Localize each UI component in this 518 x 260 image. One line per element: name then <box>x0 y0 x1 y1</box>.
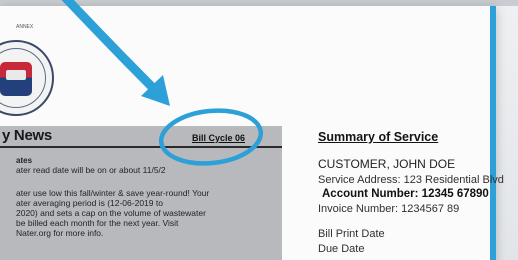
news-title: y News <box>2 127 52 144</box>
header-small-text: ANNEX <box>16 24 34 30</box>
news-line-heading: ates <box>16 156 33 165</box>
bill-cycle-label: Bill Cycle 06 <box>192 133 246 143</box>
news-line: ater averaging period is (12-06-2019 to <box>16 198 163 208</box>
account-number: Account Number: 12345 67890 <box>318 188 489 200</box>
news-line: 2020) and sets a cap on the volume of wa… <box>16 208 206 218</box>
news-underline <box>0 146 282 148</box>
account-number-text: Account Number: 12345 67890 <box>322 188 489 200</box>
due-date-label: Due Date <box>318 243 365 255</box>
news-line: ater use low this fall/winter & save yea… <box>16 188 210 198</box>
invoice-number: Invoice Number: 1234567 89 <box>318 203 460 215</box>
news-line: ater read date will be on or about 11/5/… <box>16 165 166 175</box>
news-line: Nater.org for more info. <box>16 228 104 238</box>
service-address: Service Address: 123 Residential Blvd <box>318 174 504 186</box>
customer-name: CUSTOMER, JOHN DOE <box>318 157 456 171</box>
document-screenshot: ANNEX y News Bill Cycle 06 ates ater rea… <box>0 0 518 260</box>
summary-title: Summary of Service <box>318 130 439 144</box>
right-edge-bar <box>490 6 496 260</box>
bill-print-date-label: Bill Print Date <box>318 228 385 240</box>
news-line: be billed each month for the next year. … <box>16 218 179 228</box>
